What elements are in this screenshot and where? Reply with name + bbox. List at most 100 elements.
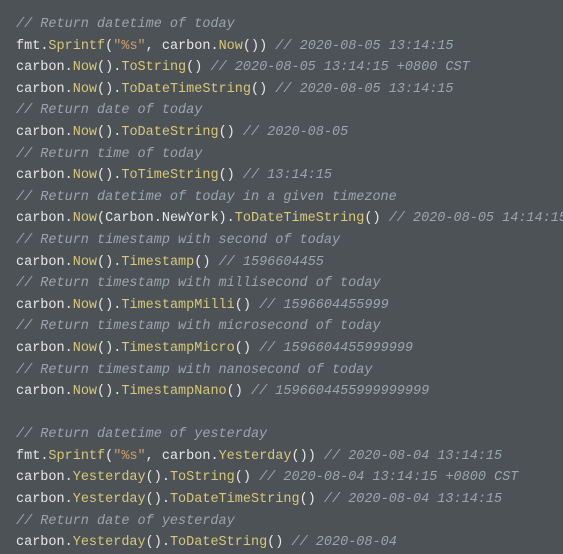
code-token: (). [146,492,170,507]
code-line: carbon.Yesterday().ToDateTimeString() //… [16,489,547,511]
code-token: () [227,384,251,399]
code-token: // Return datetime of today [16,17,235,32]
code-token: Now [73,255,97,270]
code-token: TimestampMicro [121,341,234,356]
code-token: . [65,125,73,140]
code-token: // 1596604455999999999 [251,384,429,399]
code-token: () [194,255,218,270]
code-token: . [65,384,73,399]
code-token: () [267,535,291,550]
code-line: // Return timestamp with nanosecond of t… [16,360,547,382]
code-token: ToTimeString [121,168,218,183]
code-token: , carbon. [146,449,219,464]
code-token: () [300,492,324,507]
code-token: // Return datetime of yesterday [16,427,267,442]
code-token: // 13:14:15 [243,168,332,183]
code-token: Sprintf [48,39,105,54]
code-token: carbon [16,384,65,399]
code-line: // Return timestamp with millisecond of … [16,273,547,295]
code-token: Now [73,384,97,399]
code-token: // 1596604455 [219,255,324,270]
code-token: carbon [16,60,65,75]
code-token: () [364,211,388,226]
code-token: . [65,168,73,183]
code-token: . [65,255,73,270]
code-token: . [65,211,73,226]
code-token: () [235,470,259,485]
code-token: . [65,470,73,485]
code-token: ToDateTimeString [170,492,300,507]
code-token: () [186,60,210,75]
code-line: carbon.Now().TimestampMicro() // 1596604… [16,338,547,360]
code-token: carbon [16,82,65,97]
code-token: Yesterday [73,492,146,507]
code-token: (). [97,384,121,399]
code-line: carbon.Now().Timestamp() // 1596604455 [16,252,547,274]
code-token: , carbon. [146,39,219,54]
code-token: Now [73,211,97,226]
code-token: (). [97,255,121,270]
code-token: Now [73,82,97,97]
code-token: // 2020-08-05 13:14:15 +0800 CST [210,60,469,75]
code-token: . [65,298,73,313]
code-token: // 2020-08-05 [243,125,348,140]
code-token: (Carbon.NewYork). [97,211,235,226]
code-token: carbon [16,470,65,485]
code-token: fmt [16,449,40,464]
code-token: // 2020-08-05 13:14:15 [275,82,453,97]
code-token: () [235,298,259,313]
code-token: // Return time of today [16,147,202,162]
code-token: . [65,492,73,507]
code-token: // 2020-08-04 13:14:15 [324,492,502,507]
code-line: // Return datetime of today [16,14,547,36]
code-token: Yesterday [73,470,146,485]
code-block: // Return datetime of todayfmt.Sprintf("… [16,14,547,554]
code-line: carbon.Now().ToTimeString() // 13:14:15 [16,165,547,187]
code-token: (). [97,125,121,140]
code-token: // Return timestamp with millisecond of … [16,276,381,291]
code-token: Now [73,298,97,313]
code-token: () [219,168,243,183]
code-token: carbon [16,535,65,550]
code-line: carbon.Now().ToDateTimeString() // 2020-… [16,79,547,101]
code-token: ToString [170,470,235,485]
code-token: Yesterday [219,449,292,464]
code-token: Now [219,39,243,54]
code-line [16,403,547,425]
code-token: (). [146,470,170,485]
code-token: // Return timestamp with second of today [16,233,340,248]
code-token: Now [73,60,97,75]
code-line: // Return timestamp with second of today [16,230,547,252]
code-line: // Return time of today [16,144,547,166]
code-token: (). [146,535,170,550]
code-token: . [65,341,73,356]
code-token: fmt [16,39,40,54]
code-token: TimestampNano [121,384,226,399]
code-token: "%s" [113,39,145,54]
code-token: ToDateString [121,125,218,140]
code-token: // 2020-08-04 13:14:15 [324,449,502,464]
code-token: Timestamp [121,255,194,270]
code-token: (). [97,82,121,97]
code-line: // Return datetime of today in a given t… [16,187,547,209]
code-token [16,406,24,421]
code-token: // Return date of today [16,103,202,118]
code-token: carbon [16,211,65,226]
code-line: carbon.Now(Carbon.NewYork).ToDateTimeStr… [16,208,547,230]
code-token: (). [97,60,121,75]
code-token: // Return timestamp with microsecond of … [16,319,381,334]
code-token: // 1596604455999 [259,298,389,313]
code-line: // Return timestamp with microsecond of … [16,316,547,338]
code-token: // 2020-08-04 13:14:15 +0800 CST [259,470,518,485]
code-token: // Return timestamp with nanosecond of t… [16,363,372,378]
code-token: // 2020-08-04 [291,535,396,550]
code-token: (). [97,298,121,313]
code-line: // Return date of today [16,100,547,122]
code-token: . [65,535,73,550]
code-token: "%s" [113,449,145,464]
code-token: () [251,82,275,97]
code-token: ()) [243,39,275,54]
code-token: ()) [292,449,324,464]
code-token: // 1596604455999999 [259,341,413,356]
code-token: Now [73,125,97,140]
